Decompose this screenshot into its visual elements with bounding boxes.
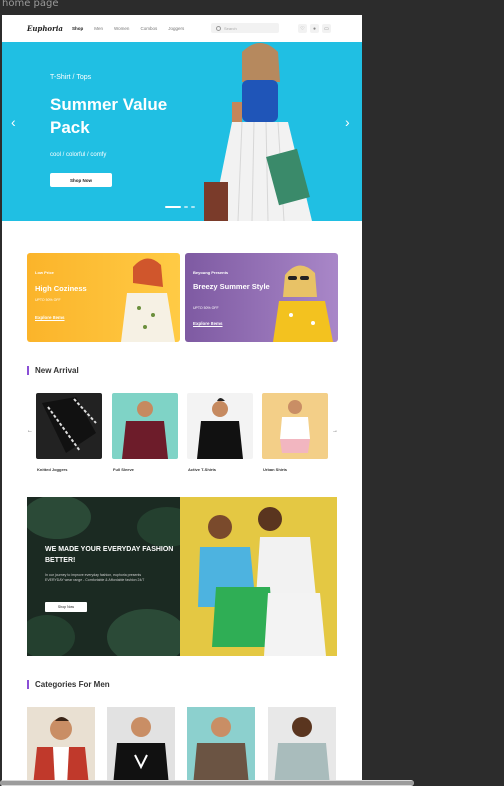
chevron-left-icon[interactable]: ‹: [11, 114, 16, 130]
promo-title: High Coziness: [35, 284, 87, 293]
home-page: Euphoria Shop Men Women Combos Joggers S…: [2, 15, 362, 786]
promo-explore-link[interactable]: Explore Items: [35, 315, 65, 320]
hero-carousel: T-Shirt / Tops Summer Value Pack cool / …: [2, 42, 362, 221]
main-nav: Shop Men Women Combos Joggers: [72, 26, 184, 31]
category-card-image[interactable]: [27, 707, 95, 786]
user-icon[interactable]: ●: [310, 24, 319, 33]
promo-offer: UPTO 50% OFF: [35, 298, 61, 302]
cart-icon[interactable]: ▭: [322, 24, 331, 33]
search-icon: [216, 25, 221, 31]
carousel-dot-active[interactable]: [165, 206, 181, 208]
site-header: Euphoria Shop Men Women Combos Joggers S…: [2, 15, 362, 43]
scrollbar-thumb[interactable]: [0, 781, 414, 785]
product-card-image[interactable]: [112, 393, 178, 459]
new-arrival-heading: New Arrival: [27, 366, 79, 375]
nav-shop[interactable]: Shop: [72, 26, 83, 31]
arrow-right-icon[interactable]: →: [332, 428, 338, 434]
site-logo[interactable]: Euphoria: [27, 24, 63, 33]
product-name[interactable]: Full Sleeve: [113, 467, 134, 472]
promo-small-label: Beyoung Presents: [193, 270, 229, 275]
promo-model-image: [273, 265, 333, 342]
hero-model-image: [204, 43, 312, 221]
promo-card-breezy[interactable]: Beyoung Presents Breezy Summer Style UPT…: [185, 253, 338, 342]
banner-group-photo: [180, 497, 337, 656]
promo-small-label: Low Price: [35, 270, 54, 275]
nav-joggers[interactable]: Joggers: [168, 26, 184, 31]
chevron-right-icon[interactable]: ›: [345, 114, 350, 130]
heart-icon[interactable]: ♡: [298, 24, 307, 33]
product-card-image[interactable]: [262, 393, 328, 459]
category-card-image[interactable]: [187, 707, 255, 786]
hero-title: Summer Value Pack: [50, 95, 168, 137]
promo-explore-link[interactable]: Explore Items: [193, 321, 223, 326]
banner-title: WE MADE YOUR EVERYDAY FASHION BETTER!: [45, 546, 174, 564]
product-name[interactable]: Knitted Joggers: [37, 467, 67, 472]
category-card-image[interactable]: [107, 707, 175, 786]
carousel-dots: [165, 206, 195, 208]
nav-combos[interactable]: Combos: [140, 26, 157, 31]
arrow-left-icon[interactable]: ←: [27, 428, 33, 434]
frame-label: home page: [2, 0, 59, 9]
promo-offer: UPTO 50% OFF: [193, 306, 219, 310]
carousel-dot[interactable]: [184, 206, 188, 208]
promo-title: Breezy Summer Style: [193, 282, 270, 291]
product-card-image[interactable]: [36, 393, 102, 459]
promo-model-image: [121, 258, 175, 342]
product-card-image[interactable]: [187, 393, 253, 459]
banner-text: In our journey to improve everyday fashi…: [45, 573, 145, 582]
nav-women[interactable]: Women: [114, 26, 129, 31]
hero-tagline: cool / colorful / comfy: [50, 152, 107, 158]
search-input[interactable]: Search: [211, 23, 279, 33]
promo-card-coziness[interactable]: Low Price High Coziness UPTO 50% OFF Exp…: [27, 253, 180, 342]
banner-shop-now-button[interactable]: Shop Now: [45, 602, 87, 612]
carousel-dot[interactable]: [191, 206, 195, 208]
horizontal-scrollbar[interactable]: [0, 780, 414, 786]
product-name[interactable]: Active T-Shirts: [188, 467, 216, 472]
header-icons: ♡ ● ▭: [298, 24, 331, 33]
everyday-fashion-banner: WE MADE YOUR EVERYDAY FASHION BETTER! In…: [27, 497, 337, 656]
search-placeholder: Search: [224, 25, 237, 31]
banner-left-panel: WE MADE YOUR EVERYDAY FASHION BETTER! In…: [27, 497, 180, 656]
category-card-image[interactable]: [268, 707, 336, 786]
categories-men-heading: Categories For Men: [27, 680, 110, 689]
product-name[interactable]: Urban Shirts: [263, 467, 287, 472]
nav-men[interactable]: Men: [94, 26, 103, 31]
hero-shop-now-button[interactable]: Shop Now: [50, 173, 112, 187]
hero-subtitle: T-Shirt / Tops: [50, 74, 92, 81]
